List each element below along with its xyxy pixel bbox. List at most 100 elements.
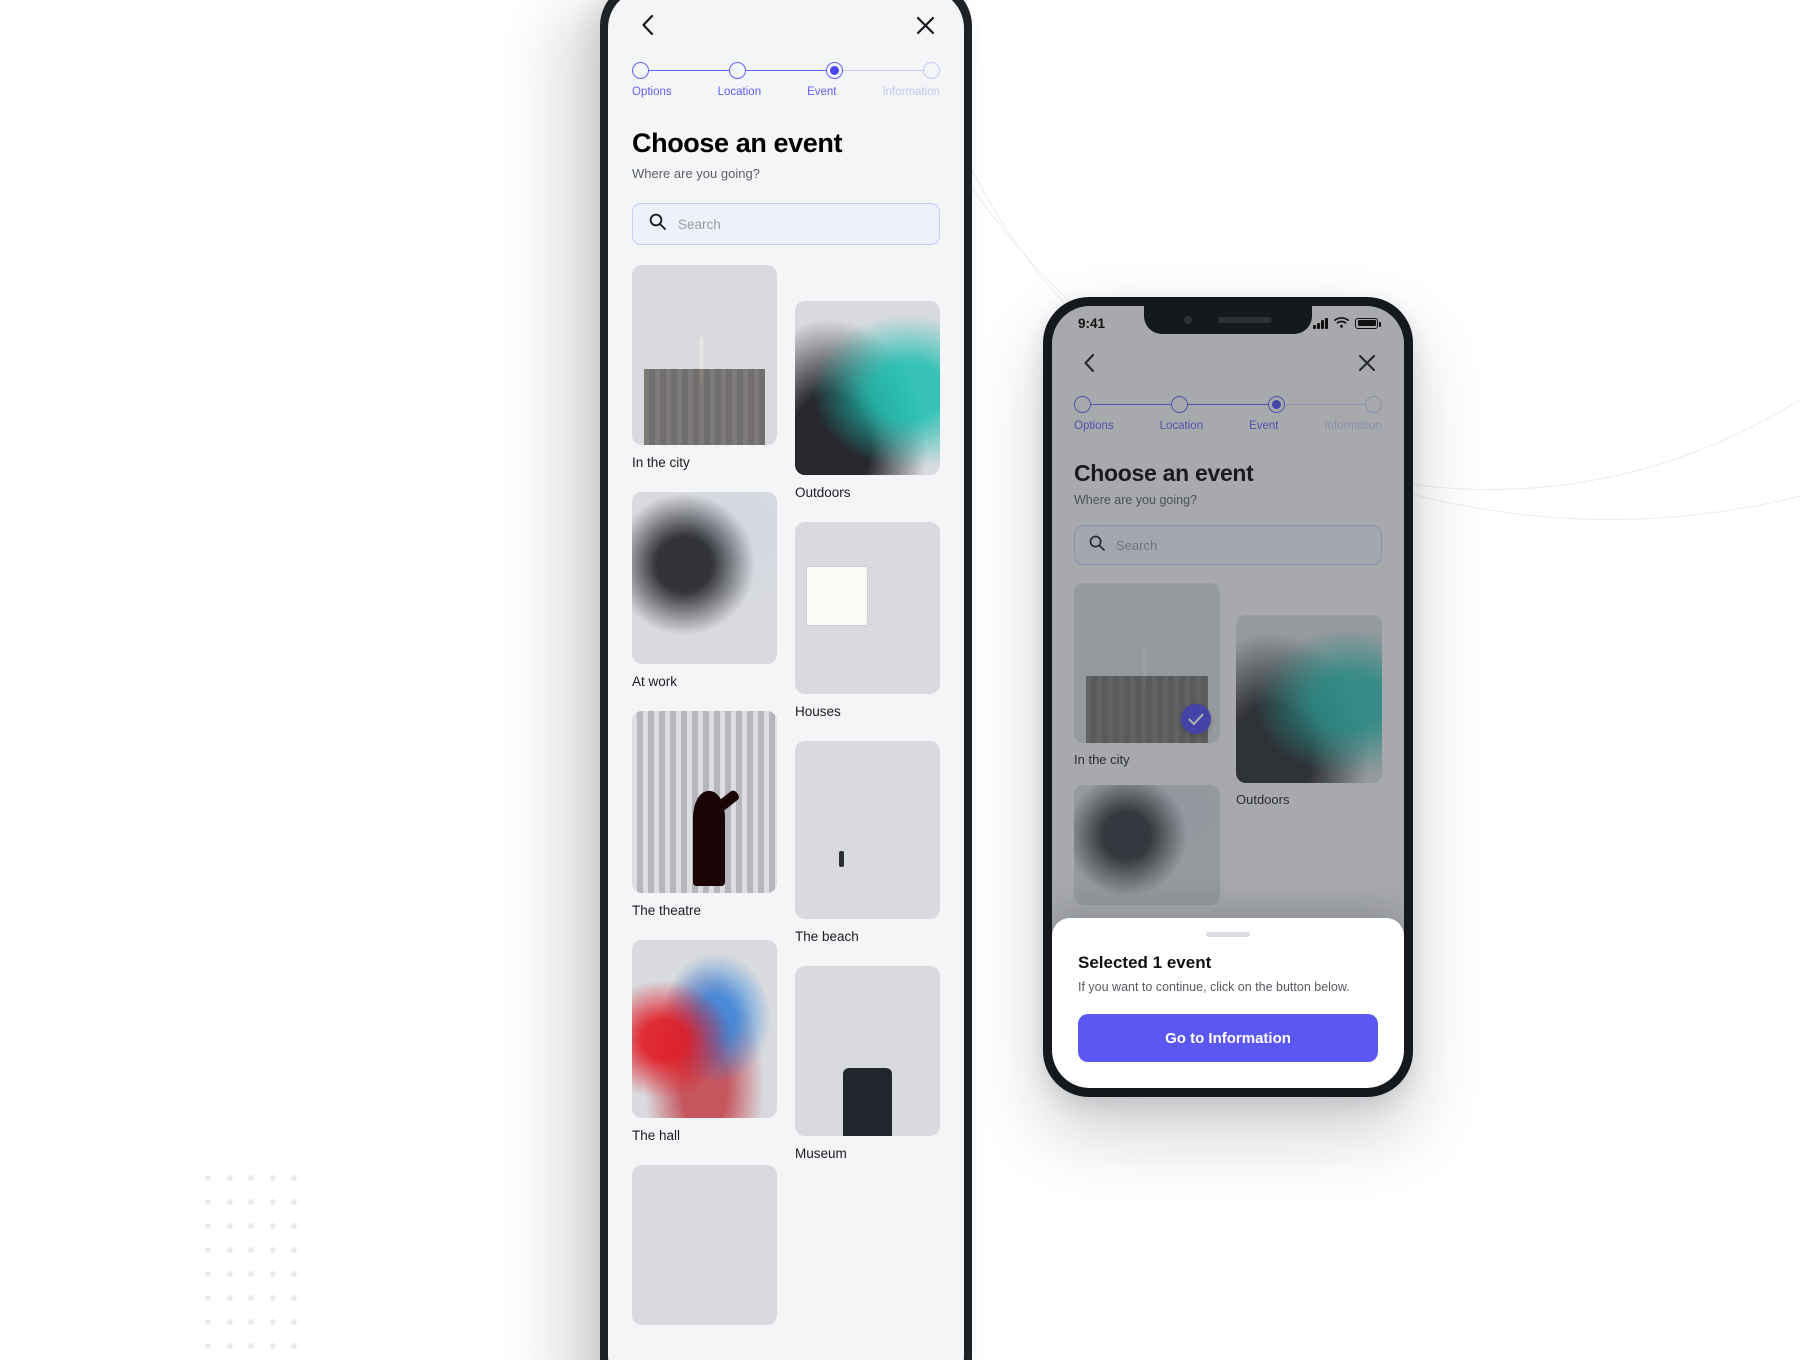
earpiece-speaker-icon (1218, 317, 1272, 323)
event-tile-label: Outdoors (795, 485, 851, 500)
left-step-event[interactable] (826, 62, 843, 79)
right-step-information[interactable] (1365, 396, 1382, 413)
right-step-label: Options (1074, 420, 1114, 432)
right-step-label: Information (1324, 420, 1382, 432)
back-button[interactable] (1074, 348, 1104, 378)
left-step-label: Event (807, 86, 837, 98)
event-tile-image (795, 966, 940, 1136)
search-input[interactable]: Search (632, 203, 940, 245)
event-tile-label: Houses (795, 704, 841, 719)
event-tile-label: At work (632, 674, 678, 689)
stepper-connector (1285, 403, 1365, 406)
event-tile-image (1236, 615, 1382, 783)
stepper-connector (1188, 403, 1268, 406)
search-input[interactable]: Search (1074, 525, 1382, 565)
stepper-connector (843, 69, 923, 72)
canvas: Options Location Event Information Choose a… (0, 0, 1800, 1360)
back-button[interactable] (632, 10, 662, 40)
event-tile[interactable]: The beach (795, 741, 940, 944)
search-icon (1089, 535, 1105, 556)
event-grid: In the city At work The theatre The hall Ou… (632, 265, 940, 1347)
page-title: Choose an event (632, 128, 843, 158)
wifi-icon (1334, 316, 1349, 331)
event-tile[interactable]: Museum (795, 966, 940, 1161)
phone-left: Options Location Event Information Choose a… (600, 0, 972, 1360)
left-stepper: Options Location Event Information (632, 62, 940, 98)
event-tile-label: The beach (795, 929, 859, 944)
event-tile-image (1074, 583, 1220, 743)
event-tile-image (632, 1165, 777, 1325)
cellular-bars-icon (1313, 317, 1328, 329)
selected-check-badge (1181, 704, 1211, 734)
left-step-label: Location (717, 86, 762, 98)
right-step-event[interactable] (1268, 396, 1285, 413)
event-tile[interactable]: In the city (1074, 583, 1220, 767)
decor-mast (1142, 647, 1146, 689)
event-tile[interactable]: The theatre (632, 711, 777, 918)
event-tile-label: The theatre (632, 903, 702, 918)
event-tile-label: In the city (632, 455, 690, 470)
event-tile[interactable]: In the city (632, 265, 777, 470)
bottom-sheet: Selected 1 event If you want to continue… (1052, 918, 1404, 1088)
event-tile[interactable] (632, 1165, 777, 1325)
event-grid-column-right: Outdoors Houses The beach Museum (795, 265, 940, 1347)
left-step-label: Options (632, 86, 672, 98)
event-tile[interactable]: The hall (632, 940, 777, 1143)
decor-arm (715, 788, 741, 812)
close-icon (916, 16, 935, 35)
sheet-drag-handle[interactable] (1206, 932, 1250, 937)
go-to-information-button[interactable]: Go to Information (1078, 1014, 1378, 1062)
left-step-location[interactable] (729, 62, 746, 79)
event-tile-image (632, 940, 777, 1118)
event-tile-image (632, 265, 777, 445)
decorative-dot-grid (205, 1175, 313, 1360)
event-tile[interactable]: Outdoors (1236, 615, 1382, 807)
decor-mast (700, 337, 704, 384)
event-grid-column-right: Outdoors (1236, 583, 1382, 923)
event-tile[interactable]: Houses (795, 522, 940, 719)
event-tile-image (795, 522, 940, 694)
event-tile-label: Museum (795, 1146, 847, 1161)
search-placeholder: Search (1116, 537, 1158, 553)
chevron-left-icon (641, 14, 654, 36)
event-grid: In the city Outdoors (1074, 583, 1382, 923)
page-title: Choose an event (1074, 460, 1254, 486)
event-tile-image (1074, 785, 1220, 905)
left-step-information[interactable] (923, 62, 940, 79)
phone-left-screen: Options Location Event Information Choose a… (608, 0, 964, 1360)
device-notch (1144, 306, 1312, 334)
event-tile[interactable]: At work (632, 492, 777, 689)
phone-right-screen: 9:41 Options Location Event Information … (1052, 306, 1404, 1088)
right-step-options[interactable] (1074, 396, 1091, 413)
event-tile-image (632, 492, 777, 664)
event-tile-image (795, 301, 940, 475)
close-button[interactable] (910, 10, 940, 40)
close-button[interactable] (1352, 348, 1382, 378)
battery-icon (1355, 317, 1381, 329)
phone-right: 9:41 Options Location Event Information … (1043, 297, 1413, 1097)
page-subtitle: Where are you going? (632, 166, 760, 181)
search-placeholder: Search (678, 216, 721, 232)
stepper-connector (1091, 403, 1171, 406)
event-tile-label: In the city (1074, 752, 1130, 767)
left-topbar (632, 8, 940, 42)
search-icon (649, 213, 666, 235)
right-step-label: Location (1159, 420, 1204, 432)
sheet-description: If you want to continue, click on the bu… (1078, 980, 1350, 994)
stepper-connector (746, 69, 826, 72)
event-grid-column-left: In the city (1074, 583, 1220, 923)
chevron-left-icon (1083, 353, 1095, 373)
right-stepper: Options Location Event Information (1074, 396, 1382, 432)
event-tile-image (795, 741, 940, 919)
left-step-options[interactable] (632, 62, 649, 79)
event-tile-label: Outdoors (1236, 792, 1290, 807)
close-icon (1358, 354, 1376, 372)
event-tile[interactable] (1074, 785, 1220, 905)
stepper-connector (649, 69, 729, 72)
event-tile-image (632, 711, 777, 893)
right-topbar (1074, 346, 1382, 380)
event-tile[interactable]: Outdoors (795, 301, 940, 500)
left-step-label: Information (882, 86, 940, 98)
event-grid-column-left: In the city At work The theatre The hall (632, 265, 777, 1347)
right-step-location[interactable] (1171, 396, 1188, 413)
